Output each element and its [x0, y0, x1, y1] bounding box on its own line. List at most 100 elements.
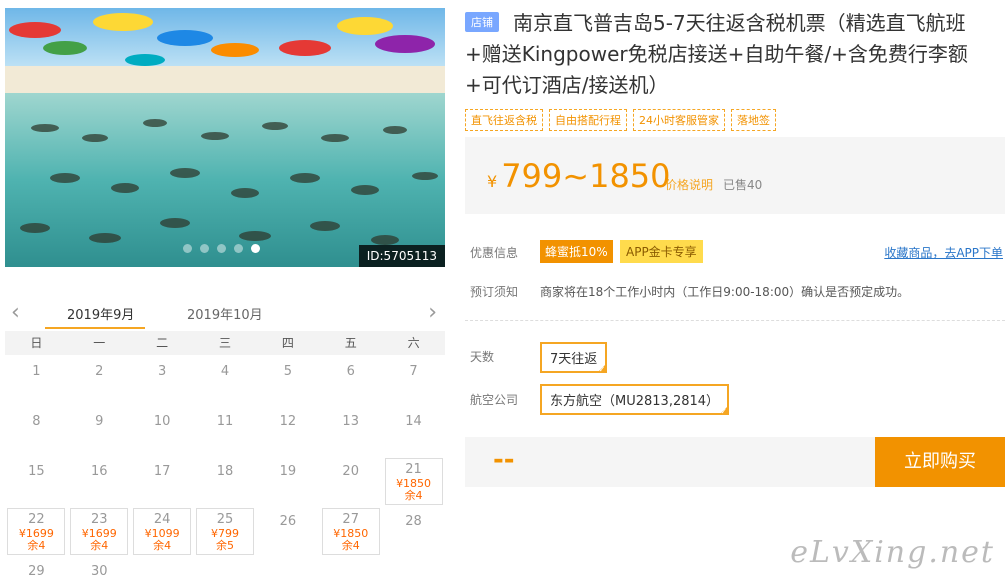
price-range: ¥799~1850	[487, 157, 671, 195]
tab-month-september[interactable]: 2019年9月	[67, 304, 134, 323]
calendar-day: 7	[385, 358, 443, 405]
buy-now-button[interactable]: 立即购买	[875, 437, 1005, 487]
promo-label: 优惠信息	[470, 246, 519, 260]
day-stock: 余5	[216, 539, 234, 552]
day-number: 4	[220, 364, 230, 379]
calendar-day: 6	[322, 358, 380, 405]
calendar-day-available[interactable]: 27 ¥1850 余4	[321, 508, 380, 555]
carousel-dot[interactable]	[183, 244, 192, 253]
calendar-day: 20	[322, 458, 380, 505]
calendar-day-available[interactable]: 21 ¥1850 余4	[384, 458, 443, 505]
weekday-label: 一	[93, 336, 106, 350]
day-number: 23	[91, 512, 108, 527]
promo-badge-honey: 蜂蜜抵10%	[540, 240, 613, 263]
calendar-day-available[interactable]: 24 ¥1099 余4	[133, 508, 192, 555]
airline-label: 航空公司	[470, 393, 519, 407]
calendar-day: 28	[385, 508, 443, 555]
day-stock: 余4	[27, 539, 46, 552]
price-box: ¥799~1850 价格说明 已售40	[465, 137, 1005, 214]
calendar-day-available[interactable]: 25 ¥799 余5	[196, 508, 254, 555]
calendar-day: 5	[259, 358, 317, 405]
calendar-day: 26	[259, 508, 317, 555]
calendar-day: 15	[7, 458, 65, 505]
days-option-label: 7天往返	[550, 352, 598, 367]
calendar-day: 19	[259, 458, 317, 505]
section-divider	[465, 320, 1005, 321]
product-tag: 24小时客服管家	[633, 109, 725, 131]
weekday-label: 六	[407, 336, 420, 350]
currency-symbol: ¥	[487, 172, 498, 191]
day-number: 17	[153, 464, 171, 479]
carousel-dot[interactable]	[251, 244, 260, 253]
day-number: 1	[32, 364, 41, 379]
calendar-day: 9	[70, 408, 128, 455]
favorite-link[interactable]: 收藏商品，去APP下单	[884, 244, 1003, 261]
product-tag: 直飞往返含税	[465, 109, 543, 131]
calendar-day: 30	[70, 558, 128, 585]
check-icon: ✓	[598, 365, 606, 374]
weekday-label: 日	[30, 336, 43, 350]
days-label: 天数	[470, 350, 495, 364]
day-number: 16	[91, 464, 108, 479]
selected-price-placeholder: --	[493, 445, 515, 475]
day-stock: 余4	[341, 539, 360, 552]
weekday-label: 四	[281, 336, 294, 350]
calendar-day: 3	[133, 358, 191, 405]
calendar-header: ‹ 2019年9月 2019年10月 ›	[5, 296, 445, 330]
calendar-day: 29	[7, 558, 65, 585]
day-number: 18	[216, 464, 234, 479]
day-number: 22	[28, 512, 45, 527]
product-title: 南京直飞普吉岛5-7天往返含税机票（精选直飞航班+赠送Kingpower免税店接…	[465, 11, 968, 97]
day-number: 7	[409, 364, 418, 379]
day-number: 29	[28, 564, 45, 579]
chevron-right-icon[interactable]: ›	[428, 300, 437, 325]
tab-month-october[interactable]: 2019年10月	[187, 304, 263, 323]
day-number: 12	[279, 414, 297, 429]
product-tag: 自由搭配行程	[549, 109, 627, 131]
carousel-dots	[183, 244, 260, 253]
product-tag: 落地签	[731, 109, 776, 131]
product-photo[interactable]: ID:5705113	[5, 8, 445, 267]
airline-option[interactable]: 东方航空（MU2813,2814） ✓	[540, 384, 730, 416]
calendar-day: 8	[7, 408, 65, 455]
weekday-label: 五	[344, 336, 357, 350]
calendar-day: 2	[70, 358, 128, 405]
calendar-day-available[interactable]: 22 ¥1699 余4	[7, 508, 66, 555]
calendar-day: 12	[259, 408, 317, 455]
day-number: 26	[279, 514, 297, 529]
calendar-day: 16	[70, 458, 128, 505]
day-number: 10	[153, 414, 171, 429]
day-number: 21	[405, 462, 422, 477]
day-number: 5	[283, 364, 292, 379]
day-number: 13	[342, 414, 359, 429]
check-icon: ✓	[720, 407, 728, 416]
chevron-left-icon[interactable]: ‹	[11, 300, 20, 325]
day-stock: 余4	[404, 489, 423, 502]
watermark: eLvXing.net	[790, 535, 995, 570]
active-month-underline	[45, 327, 145, 329]
day-number: 20	[342, 464, 359, 479]
calendar-day: 17	[133, 458, 191, 505]
days-option[interactable]: 7天往返 ✓	[540, 342, 608, 374]
day-number: 3	[158, 364, 167, 379]
booking-notice: 商家将在18个工作小时内（工作日9:00-18:00）确认是否预定成功。	[540, 285, 910, 299]
day-number: 8	[32, 414, 41, 429]
calendar-day: 10	[133, 408, 191, 455]
calendar-day: 4	[196, 358, 254, 405]
day-number: 24	[153, 512, 171, 527]
carousel-dot[interactable]	[217, 244, 226, 253]
weekday-label: 三	[219, 336, 232, 350]
promo-badge-app-gold: APP金卡专享	[620, 240, 703, 263]
day-number: 6	[346, 364, 355, 379]
beach-photo-image	[5, 8, 445, 267]
day-number: 9	[95, 414, 104, 429]
day-number: 19	[279, 464, 297, 479]
calendar-day: 11	[196, 408, 254, 455]
calendar-day: 1	[7, 358, 65, 405]
calendar-day-available[interactable]: 23 ¥1699 余4	[70, 508, 129, 555]
carousel-dot[interactable]	[234, 244, 243, 253]
calendar-weekdays: 日一二三四五六	[5, 331, 445, 355]
carousel-dot[interactable]	[200, 244, 209, 253]
price-note-link[interactable]: 价格说明	[665, 176, 713, 193]
airline-option-label: 东方航空（MU2813,2814）	[550, 394, 720, 409]
